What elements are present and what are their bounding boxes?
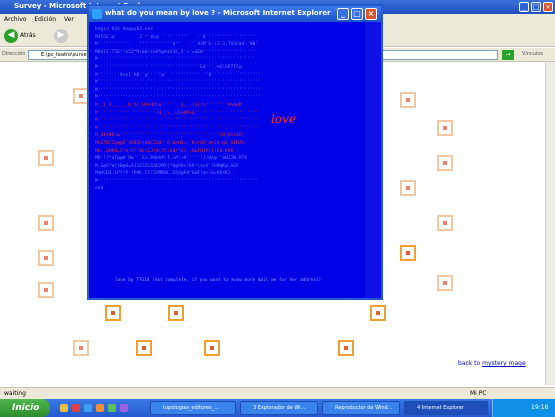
- status-bar: waiting Mi PC: [0, 387, 555, 399]
- vertical-scrollbar[interactable]: [545, 62, 555, 385]
- quick-launch-icon[interactable]: [108, 404, 116, 412]
- quick-launch-icon[interactable]: [60, 404, 68, 412]
- ascii-line: M'''''''''''''''''''''''''''''''''''''''…: [95, 118, 259, 124]
- ascii-line: M'''''''''''''''''''''''''''''''''''''''…: [95, 178, 259, 184]
- ascii-line: M'''''''''''''''''''''''''''''''''''''''…: [95, 57, 256, 63]
- ascii-line: M;3@S*W(YB@O=A11E52CSAD2MX(^8@9O<!KR*($>…: [95, 163, 239, 169]
- back-arrow-icon[interactable]: ◀: [4, 29, 18, 43]
- taskbar-item[interactable]: 3 Explorador de Wi...: [240, 401, 318, 415]
- start-button[interactable]: Inicio: [0, 399, 50, 417]
- ascii-line: M'''''''''''' ''''''''''''$^'` ''`X3M'G-…: [95, 42, 259, 48]
- decorative-square: [400, 92, 416, 108]
- ascii-line: begin 644 Happy64.one: [95, 27, 154, 32]
- clock: 19:18: [531, 404, 549, 411]
- taskbar-item[interactable]: Reproductor de Wind...: [322, 401, 400, 415]
- back-link-prefix: back to: [458, 360, 481, 367]
- decorative-square: [400, 180, 416, 196]
- ascii-line: M$HCD4.1PY!P'!P#K.CC?2PMR8L.U5X@FB^GHF!@…: [95, 171, 237, 177]
- decorative-square: [437, 120, 453, 136]
- ascii-line: M__[_9______D_X]_U1%4D\&'''''__Q___[1]/%…: [95, 102, 242, 108]
- decorative-square: [400, 245, 416, 261]
- popup-scroll-area[interactable]: [365, 22, 381, 298]
- decorative-square: [338, 340, 354, 356]
- quick-launch-icon[interactable]: [72, 404, 80, 412]
- menu-item-edicion[interactable]: Edición: [34, 16, 56, 23]
- ascii-line: M455E`@` `2`^`$L@`'''''''''' '`8`'''''''…: [95, 34, 256, 40]
- ascii-line: M'''''''''''''''''''''''''''''''''''''E4…: [95, 64, 242, 70]
- ascii-line: M'''''''''''''''''''''''''''''''''''''''…: [95, 87, 264, 93]
- forward-arrow-icon[interactable]: ▶: [54, 29, 68, 43]
- popup-minimize-button[interactable]: _: [337, 8, 349, 20]
- popup-titlebar[interactable]: what do you mean by love ? - Microsoft I…: [89, 6, 381, 22]
- decorative-square: [38, 282, 54, 298]
- ascii-art-block: begin 644 Happy64.one M455E`@` `2`^`$L@`'…: [95, 26, 355, 266]
- menu-item-ver[interactable]: Ver: [64, 16, 74, 23]
- popup-maximize-button[interactable]: □: [351, 8, 363, 20]
- decorative-square: [136, 340, 152, 356]
- decorative-square: [437, 155, 453, 171]
- popup-window: what do you mean by love ? - Microsoft I…: [87, 4, 383, 300]
- ascii-line: MOEFDCI@@@Z`XR85O+0WCZ&8^'O,W>HS>!'K<(OY…: [95, 140, 245, 146]
- ascii-line: M'''''''''''''''''''''''''''''''''''''''…: [95, 125, 259, 131]
- decorative-square: [437, 275, 453, 291]
- decorative-square: [38, 215, 54, 231]
- ascii-line: M''''' ''8%$1'AD'`@''`'!@' ''''''''''' '…: [95, 72, 264, 78]
- decorative-square: [204, 340, 220, 356]
- ie-icon: [92, 9, 102, 19]
- ascii-line: end: [95, 186, 104, 192]
- taskbar-item[interactable]: 4 Internet Explorer: [404, 401, 488, 415]
- decorative-square: [168, 305, 184, 321]
- quick-launch-icon[interactable]: [120, 404, 128, 412]
- ascii-line: M6:.QHKN=5*U/O7!8E\ZJ!8(7C+GB+*Q\-,O&TH)…: [95, 148, 239, 154]
- status-text: waiting: [4, 390, 26, 397]
- status-zone: Mi PC: [470, 390, 487, 397]
- decorative-square: [437, 215, 453, 231]
- ascii-line: MB'!7*$T@@#'H&''`E>:P8UVP!T.>P!+#''''''J…: [95, 156, 248, 162]
- taskbar: Inicio topologias_editores_... 3 Explora…: [0, 399, 555, 417]
- back-link[interactable]: back to mystery mage: [458, 360, 526, 367]
- ascii-line: M84TE:T5D^!$52^R+&8+C%95@%$VSE,5'<'=$EW'…: [95, 49, 256, 55]
- ascii-line: M_U1%4D\&'''''''''''''''''''''''''''''''…: [95, 133, 245, 139]
- love-heading: love: [271, 112, 296, 126]
- address-label: Dirección: [2, 51, 26, 57]
- menu-item-archivo[interactable]: Archivo: [4, 16, 26, 23]
- taskbar-item[interactable]: topologias_editores_...: [150, 401, 236, 415]
- minimize-button[interactable]: _: [519, 2, 529, 12]
- back-button-label[interactable]: Atrás: [20, 32, 36, 39]
- ascii-line: M'''''''''''''''''''''''''''''''''''''''…: [95, 95, 261, 101]
- popup-title: what do you mean by love ? - Microsoft I…: [105, 9, 331, 17]
- quick-launch-icon[interactable]: [96, 404, 104, 412]
- decorative-square: [105, 305, 121, 321]
- decorative-square: [38, 150, 54, 166]
- system-tray[interactable]: 19:18: [492, 399, 555, 417]
- ascii-line: M'''''''''''''''''''''(4__\__U1%4D\&''''…: [95, 110, 259, 116]
- go-button[interactable]: →: [502, 50, 514, 60]
- quick-launch-icon[interactable]: [84, 404, 92, 412]
- ascii-line: M''''''''''''''''''''' '''''''''''''''''…: [95, 80, 261, 86]
- maximize-button[interactable]: □: [531, 2, 541, 12]
- popup-close-button[interactable]: ×: [365, 8, 377, 20]
- links-label[interactable]: Vínculos: [522, 51, 543, 57]
- back-link-text[interactable]: mystery mage: [482, 360, 526, 367]
- decorative-square: [73, 340, 89, 356]
- decorative-square: [370, 305, 386, 321]
- close-button[interactable]: ×: [543, 2, 553, 12]
- footer-note: love by TTG10 (not complete, if you want…: [115, 278, 322, 283]
- decorative-square: [38, 250, 54, 266]
